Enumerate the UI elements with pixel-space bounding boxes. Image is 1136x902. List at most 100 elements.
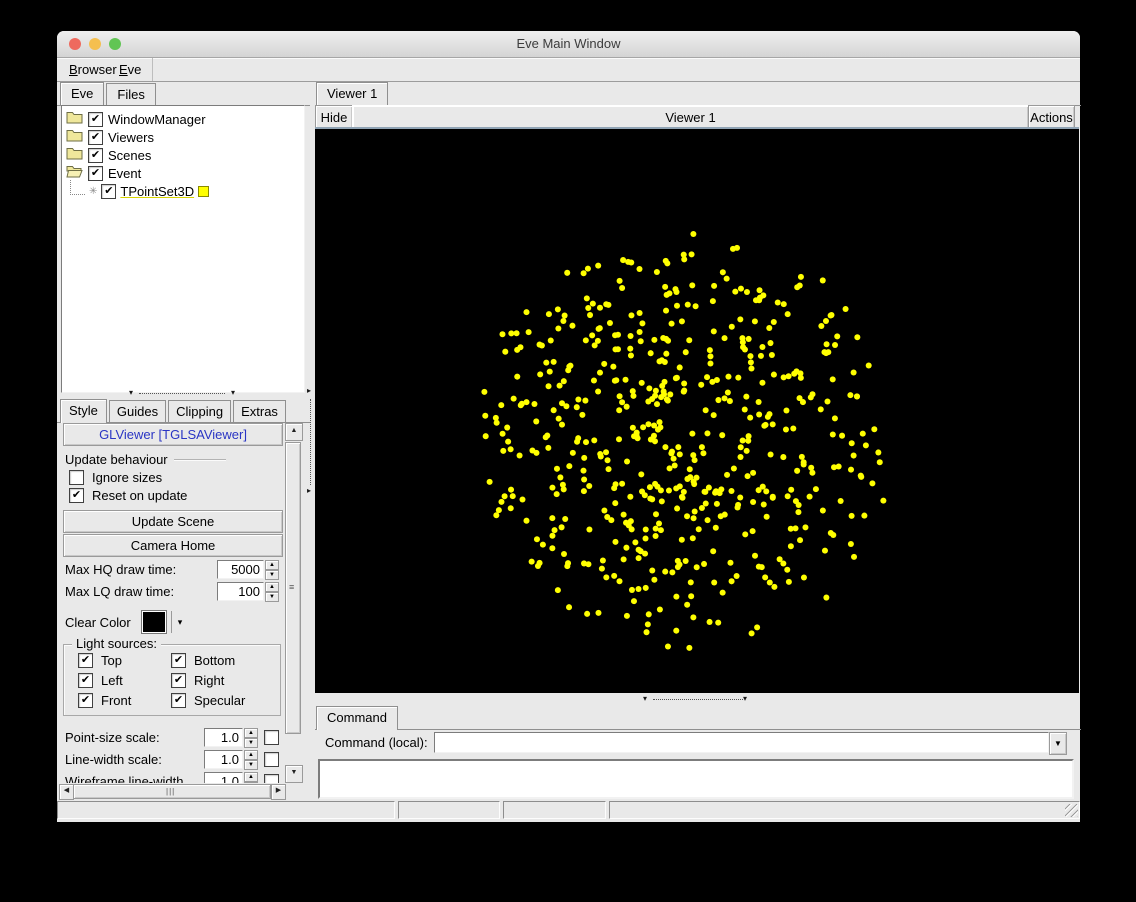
light-specular-label: Specular [194,693,245,708]
status-cell [398,801,500,819]
tree-checkbox[interactable]: ✔ [101,184,116,199]
spin-up-icon[interactable]: ▲ [244,728,258,738]
hscrollbar-thumb[interactable]: ||| [73,784,271,799]
max-hq-draw-time-field[interactable]: 5000 [217,560,264,579]
viewer-title-bar[interactable]: Viewer 1 [352,105,1029,129]
light-right-checkbox[interactable]: ✔ [171,673,186,688]
spin-up-icon[interactable]: ▲ [265,560,279,570]
status-bar [57,800,1080,820]
spin-down-icon[interactable]: ▼ [265,570,279,580]
command-combobox[interactable]: ▼ [434,732,1067,753]
panel-splitter[interactable]: ▸ ▸ [307,81,315,799]
tab-style[interactable]: Style [60,399,107,423]
tree-checkbox[interactable]: ✔ [88,166,103,181]
tree-item-label[interactable]: Viewers [108,130,154,145]
light-bottom-checkbox[interactable]: ✔ [171,653,186,668]
spin-up-icon[interactable]: ▲ [265,582,279,592]
tree-checkbox[interactable]: ✔ [88,148,103,163]
hide-button[interactable]: Hide [315,105,353,129]
scroll-down-icon[interactable]: ▼ [285,765,303,783]
tree-item-label[interactable]: WindowManager [108,112,206,127]
line-width-scale-field[interactable]: 1.0 [204,750,243,769]
spin-down-icon[interactable]: ▼ [244,782,258,783]
light-top-option[interactable]: ✔ Top [78,653,122,668]
glviewer-button[interactable]: GLViewer [TGLSAViewer] [63,423,283,446]
spin-up-icon[interactable]: ▲ [244,772,258,782]
tree-style-splitter[interactable]: ▾ ▾ [61,388,303,398]
tree-item-scenes[interactable]: ✔ Scenes [62,146,304,164]
tab-clipping[interactable]: Clipping [168,400,231,422]
combo-dropdown-icon[interactable]: ▼ [1049,732,1067,755]
scroll-up-icon[interactable]: ▲ [285,423,303,441]
tab-extras[interactable]: Extras [233,400,286,422]
command-input[interactable] [434,732,1049,753]
splitter-arrow-icon[interactable]: ▾ [129,389,133,397]
spin-down-icon[interactable]: ▼ [244,738,258,748]
wireframe-line-width-checkbox[interactable] [264,774,279,783]
resize-grip[interactable] [1065,804,1078,817]
line-width-scale-checkbox[interactable] [264,752,279,767]
tree-item-event[interactable]: ✔ Event [62,164,304,182]
tab-command[interactable]: Command [316,706,398,730]
clear-color-swatch[interactable] [141,610,167,634]
window-title: Eve Main Window [57,36,1080,51]
wireframe-line-width-field[interactable]: 1.0 [204,772,243,783]
ignore-sizes-checkbox[interactable] [69,470,84,485]
gl-viewport[interactable] [315,127,1079,693]
title-bar[interactable]: Eve Main Window [57,31,1080,58]
splitter-arrow-icon[interactable]: ▸ [307,487,311,495]
tree-item-label[interactable]: Scenes [108,148,151,163]
tree-checkbox[interactable]: ✔ [88,130,103,145]
max-lq-draw-time-field[interactable]: 100 [217,582,264,601]
clear-color-dropdown-icon[interactable]: ▾ [178,617,183,628]
tree-checkbox[interactable]: ✔ [88,112,103,127]
light-left-checkbox[interactable]: ✔ [78,673,93,688]
light-top-checkbox[interactable]: ✔ [78,653,93,668]
tree-item-viewers[interactable]: ✔ Viewers [62,128,304,146]
reset-on-update-option[interactable]: ✔ Reset on update [69,488,187,503]
actions-button[interactable]: Actions [1028,105,1075,129]
tab-eve[interactable]: Eve [60,82,104,106]
folder-icon [66,147,83,163]
scroll-right-icon[interactable]: ▶ [271,784,286,800]
scroll-left-icon[interactable]: ◀ [59,784,74,800]
point-size-scale-field[interactable]: 1.0 [204,728,243,747]
light-specular-checkbox[interactable]: ✔ [171,693,186,708]
spin-up-icon[interactable]: ▲ [244,750,258,760]
desktop: { "window": { "title": "Eve Main Window"… [0,0,1136,902]
splitter-arrow-icon[interactable]: ▾ [231,389,235,397]
tab-files[interactable]: Files [106,83,155,105]
style-hscrollbar[interactable]: ◀ ||| ▶ [59,784,285,799]
tab-viewer-1[interactable]: Viewer 1 [316,82,388,106]
light-left-option[interactable]: ✔ Left [78,673,123,688]
ignore-sizes-option[interactable]: Ignore sizes [69,470,162,485]
splitter-arrow-icon[interactable]: ▾ [643,695,647,703]
command-output[interactable] [318,759,1074,799]
update-scene-button[interactable]: Update Scene [63,510,283,533]
light-bottom-option[interactable]: ✔ Bottom [171,653,235,668]
menu-eve[interactable]: Eve [113,61,147,78]
spin-down-icon[interactable]: ▼ [244,760,258,770]
menu-browser-label: rowser [78,62,117,77]
scrollbar-thumb[interactable]: ≡ [285,442,301,734]
spin-down-icon[interactable]: ▼ [265,592,279,602]
tab-guides[interactable]: Guides [109,400,166,422]
style-scrollbar[interactable]: ▲ ≡ ▼ [285,423,301,781]
tree-item-label[interactable]: TPointSet3D [120,184,194,199]
splitter-arrow-icon[interactable]: ▸ [307,387,311,395]
splitter-dotted-line [653,699,743,700]
splitter-arrow-icon[interactable]: ▾ [743,695,747,703]
reset-on-update-checkbox[interactable]: ✔ [69,488,84,503]
tree-item-windowmanager[interactable]: ✔ WindowManager [62,110,304,128]
light-specular-option[interactable]: ✔ Specular [171,693,245,708]
light-right-option[interactable]: ✔ Right [171,673,224,688]
eve-main-window: Eve Main Window Browser Eve Eve Files ✔ … [57,31,1080,822]
tree-item-tpointset3d[interactable]: ✳ ✔ TPointSet3D [62,182,304,200]
point-size-scale-checkbox[interactable] [264,730,279,745]
tree-item-label[interactable]: Event [108,166,141,181]
viewer-command-splitter[interactable]: ▾ ▾ [315,694,1080,705]
light-front-option[interactable]: ✔ Front [78,693,131,708]
camera-home-button[interactable]: Camera Home [63,534,283,557]
marker-color-swatch[interactable] [198,186,209,197]
light-front-checkbox[interactable]: ✔ [78,693,93,708]
